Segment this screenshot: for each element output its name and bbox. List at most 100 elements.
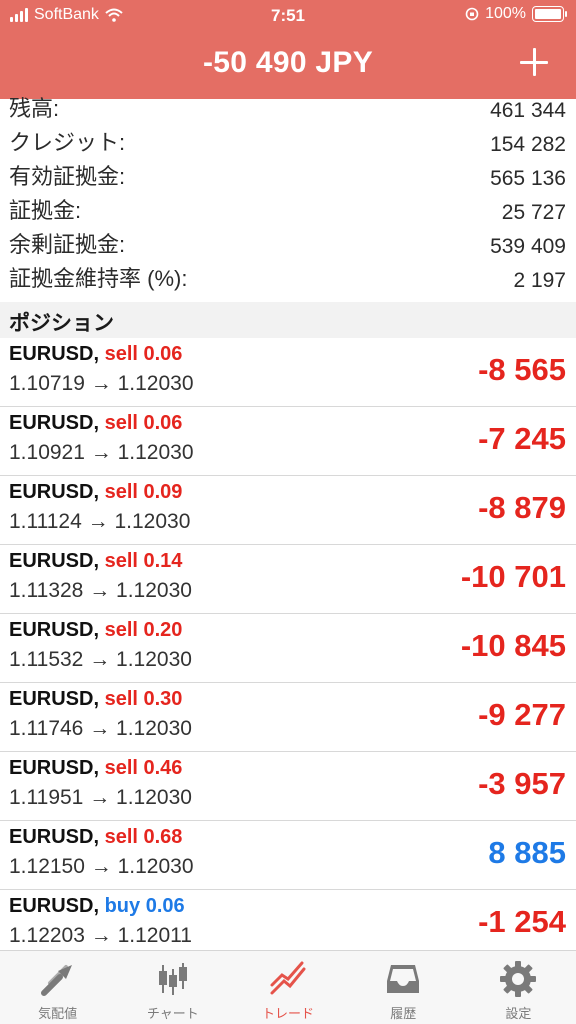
position-row[interactable]: EURUSD, sell 0.09 1.11124 → 1.12030 -8 8… [0,476,576,545]
settings-gear-icon [500,961,537,997]
tab-history[interactable]: 履歴 [346,951,461,1024]
price-arrow: → [90,924,112,947]
tab-label: 履歴 [390,1006,417,1021]
open-price: 1.11328 [9,579,84,602]
position-side: sell [104,343,138,365]
position-profit: -1 254 [478,904,566,939]
position-symbol: EURUSD, [9,826,100,848]
position-volume: 0.14 [143,550,183,572]
position-row[interactable]: EURUSD, sell 0.30 1.11746 → 1.12030 -9 2… [0,683,576,752]
position-row[interactable]: EURUSD, sell 0.06 1.10719 → 1.12030 -8 5… [0,338,576,407]
position-prices: 1.10921 → 1.12030 [9,441,194,465]
position-prices: 1.11951 → 1.12030 [9,786,192,810]
current-price: 1.12030 [116,648,192,671]
tab-quotes[interactable]: 気配値 [0,951,115,1024]
summary-row-margin: 証拠金: 25 727 [0,195,576,229]
position-volume: 0.68 [143,826,183,848]
current-price: 1.12030 [116,786,192,809]
position-volume: 0.06 [143,343,183,365]
position-symbol: EURUSD, [9,481,100,503]
summary-value: 565 136 [490,167,566,190]
position-prices: 1.12203 → 1.12011 [9,924,192,948]
price-arrow: → [89,717,111,740]
position-symbol: EURUSD, [9,550,100,572]
position-volume: 0.46 [143,757,183,779]
position-side: sell [104,412,138,434]
position-row[interactable]: EURUSD, buy 0.06 1.12203 → 1.12011 -1 25… [0,890,576,950]
tab-settings[interactable]: 設定 [461,951,576,1024]
position-symbol: EURUSD, [9,757,100,779]
position-side: sell [104,619,138,641]
price-arrow: → [90,372,112,395]
tab-label: 気配値 [38,1006,78,1021]
position-header: EURUSD, sell 0.46 [9,757,182,780]
position-row[interactable]: EURUSD, sell 0.46 1.11951 → 1.12030 -3 9… [0,752,576,821]
summary-value: 25 727 [501,201,566,224]
position-row[interactable]: EURUSD, sell 0.20 1.11532 → 1.12030 -10 … [0,614,576,683]
open-price: 1.11746 [9,717,84,740]
add-order-button[interactable] [518,46,550,78]
tab-trade[interactable]: トレード [230,951,345,1024]
summary-label: 証拠金: [9,198,82,223]
tab-chart[interactable]: チャート [115,951,230,1024]
position-profit: -8 565 [478,352,566,387]
position-header: EURUSD, sell 0.06 [9,343,182,366]
summary-label: クレジット: [9,130,126,155]
position-prices: 1.11328 → 1.12030 [9,579,192,603]
position-volume: 0.06 [143,412,183,434]
current-price: 1.12030 [114,510,191,533]
trade-trend-icon [270,961,306,995]
bottom-tab-bar: 気配値 チャート トレード 履歴 設定 [0,950,576,1024]
page-title: -50 490 JPY [202,46,374,79]
account-summary: 残高: 461 344 クレジット: 154 282 有効証拠金: 565 13… [0,96,576,302]
summary-label: 残高: [9,96,60,121]
position-prices: 1.10719 → 1.12030 [9,372,194,396]
position-header: EURUSD, sell 0.20 [9,619,182,642]
position-row[interactable]: EURUSD, sell 0.06 1.10921 → 1.12030 -7 2… [0,407,576,476]
summary-row-balance: 残高: 461 344 [0,96,576,127]
position-prices: 1.11124 → 1.12030 [9,510,190,534]
price-arrow: → [89,579,111,602]
battery-percent: 100% [485,5,526,22]
position-prices: 1.11532 → 1.12030 [9,648,192,672]
position-symbol: EURUSD, [9,343,100,365]
position-profit: -7 245 [478,421,566,456]
positions-section-header: ポジション [0,302,576,338]
current-price: 1.12030 [117,441,194,464]
top-header: SoftBank 7:51 100% -50 490 JPY [0,0,576,99]
position-header: EURUSD, sell 0.06 [9,412,182,435]
position-profit: -10 845 [460,628,566,663]
summary-label: 証拠金維持率 (%): [9,266,188,291]
current-price: 1.12011 [117,924,192,947]
position-row[interactable]: EURUSD, sell 0.14 1.11328 → 1.12030 -10 … [0,545,576,614]
position-header: EURUSD, sell 0.68 [9,826,182,849]
position-side: sell [104,757,138,779]
summary-value: 539 409 [490,235,566,258]
current-price: 1.12030 [116,579,192,602]
position-prices: 1.11746 → 1.12030 [9,717,192,741]
position-header: EURUSD, sell 0.14 [9,550,182,573]
open-price: 1.11124 [9,510,82,533]
position-volume: 0.20 [143,619,183,641]
summary-row-free-margin: 余剰証拠金: 539 409 [0,229,576,263]
position-volume: 0.09 [143,481,183,503]
current-price: 1.12030 [117,372,194,395]
open-price: 1.11532 [9,648,84,671]
positions-list: EURUSD, sell 0.06 1.10719 → 1.12030 -8 5… [0,338,576,950]
open-price: 1.12203 [9,924,85,947]
summary-value: 461 344 [490,99,566,122]
summary-row-margin-level: 証拠金維持率 (%): 2 197 [0,263,576,297]
orientation-lock-icon [465,7,479,21]
open-price: 1.10719 [9,372,85,395]
position-symbol: EURUSD, [9,688,100,710]
position-profit: -10 701 [460,559,566,594]
position-header: EURUSD, sell 0.09 [9,481,182,504]
position-symbol: EURUSD, [9,619,100,641]
summary-label: 余剰証拠金: [9,232,126,257]
position-side: sell [104,550,138,572]
summary-row-equity: 有効証拠金: 565 136 [0,161,576,195]
position-row[interactable]: EURUSD, sell 0.68 1.12150 → 1.12030 8 88… [0,821,576,890]
battery-icon [532,6,567,22]
position-side: buy [104,895,141,917]
position-prices: 1.12150 → 1.12030 [9,855,194,879]
